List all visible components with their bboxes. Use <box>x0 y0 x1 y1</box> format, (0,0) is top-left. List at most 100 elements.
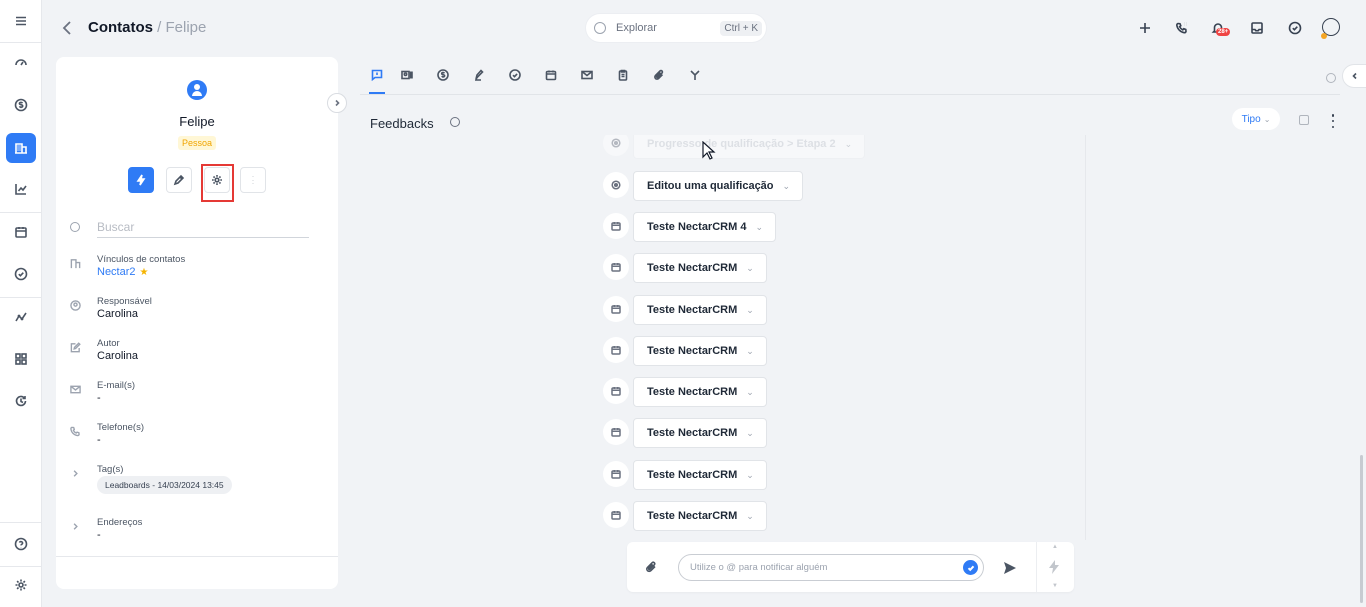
mouse-cursor-icon <box>702 141 716 160</box>
chevron-right-icon[interactable] <box>70 519 82 531</box>
tab-attachments[interactable] <box>650 66 668 84</box>
send-icon[interactable] <box>1003 561 1017 575</box>
tab-calendar[interactable] <box>542 66 560 84</box>
dashboard-icon[interactable] <box>6 47 36 77</box>
help-icon[interactable] <box>6 529 36 559</box>
star-icon: ★ <box>139 267 149 278</box>
refresh-icon[interactable] <box>1326 73 1336 83</box>
scroll-up-arrow-icon[interactable]: ▲ <box>1052 544 1058 550</box>
author-label: Autor <box>97 338 120 349</box>
type-filter-dropdown[interactable]: Tipo ⌄ <box>1232 108 1280 130</box>
user-status-dot <box>1321 33 1327 39</box>
chevron-down-icon: ⌄ <box>746 427 754 438</box>
tag-chip[interactable]: Leadboards - 14/03/2024 13:45 <box>97 476 232 494</box>
feed-search-icon[interactable] <box>450 117 460 127</box>
inbox-icon[interactable] <box>1247 18 1267 38</box>
chevron-down-icon: ⌄ <box>746 345 754 356</box>
verified-check-icon[interactable] <box>963 560 978 575</box>
tab-tasks[interactable] <box>506 66 524 84</box>
settings-gear-icon[interactable] <box>6 570 36 600</box>
contacts-building-icon[interactable] <box>6 133 36 163</box>
linked-company[interactable]: Nectar2 ★ <box>97 266 149 278</box>
timeline-card-label: Teste NectarCRM <box>647 386 738 398</box>
timeline-card-label: Teste NectarCRM <box>647 469 738 481</box>
add-icon[interactable] <box>1135 18 1155 38</box>
target-icon <box>603 172 629 198</box>
page-scrollbar[interactable] <box>1360 455 1363 603</box>
comment-composer: Utilize o @ para notificar alguém ▲ ▼ <box>627 542 1074 592</box>
tab-integrations[interactable] <box>686 66 704 84</box>
phone-dialpad-icon[interactable] <box>1172 18 1192 38</box>
timeline-card[interactable]: Teste NectarCRM ⌄ <box>633 295 767 325</box>
contact-name: Felipe <box>179 114 215 129</box>
calendar-icon <box>603 213 629 239</box>
breadcrumb-separator: / <box>153 19 166 36</box>
user-circle-icon <box>70 298 82 311</box>
expand-side-panel-button[interactable] <box>1342 64 1366 88</box>
owner-value: Carolina <box>97 308 138 320</box>
calendar-icon <box>603 502 629 528</box>
timeline-card[interactable]: Editou uma qualificação ⌄ <box>633 171 804 201</box>
chevron-down-icon: ⌄ <box>844 138 853 149</box>
timeline-card-label: Teste NectarCRM <box>647 427 738 439</box>
timeline-card[interactable]: Teste NectarCRM ⌄ <box>633 418 767 448</box>
timeline-divider <box>1085 135 1086 540</box>
tab-contact-card[interactable] <box>398 66 416 84</box>
building-icon <box>70 256 82 269</box>
timeline-card[interactable]: Teste NectarCRM 4 ⌄ <box>633 212 776 242</box>
breadcrumb-contatos[interactable]: Contatos <box>88 19 153 36</box>
menu-icon[interactable] <box>6 6 36 36</box>
linked-company-name[interactable]: Nectar2 <box>97 266 136 278</box>
timeline-card-label: Teste NectarCRM <box>647 510 738 522</box>
timeline-card-label: Teste NectarCRM <box>647 345 738 357</box>
scroll-down-arrow-icon[interactable]: ▼ <box>1052 583 1058 589</box>
check-circle-icon[interactable] <box>6 259 36 289</box>
chevron-down-icon: ⌄ <box>746 262 754 273</box>
email-label: E-mail(s) <box>97 380 135 391</box>
calendar-icon <box>603 461 629 487</box>
owner-label: Responsável <box>97 296 152 307</box>
automation-icon[interactable] <box>6 386 36 416</box>
contact-details-panel: Felipe Pessoa Buscar Vínculos de contato… <box>56 57 338 589</box>
feed-more-options-icon[interactable] <box>1331 114 1335 128</box>
calendar-icon <box>603 378 629 404</box>
calendar-icon <box>603 337 629 363</box>
tab-feedbacks[interactable] <box>368 66 386 84</box>
apps-grid-icon[interactable] <box>6 344 36 374</box>
tab-notes[interactable] <box>470 66 488 84</box>
comment-input[interactable]: Utilize o @ para notificar alguém <box>678 554 984 581</box>
date-filter-icon[interactable] <box>1299 115 1309 125</box>
dollar-icon[interactable] <box>6 90 36 120</box>
collapse-panel-button[interactable] <box>327 93 347 113</box>
back-arrow-icon[interactable] <box>60 20 74 36</box>
more-options-button[interactable] <box>240 167 266 193</box>
attach-paperclip-icon[interactable] <box>645 560 657 574</box>
chevron-down-icon: ⌄ <box>782 180 791 191</box>
tab-email[interactable] <box>578 66 596 84</box>
notifications-bell-icon[interactable]: 28+ <box>1208 18 1231 38</box>
quick-action-button[interactable] <box>128 167 154 193</box>
calendar-icon <box>603 419 629 445</box>
calendar-icon[interactable] <box>6 217 36 247</box>
email-value: - <box>97 392 101 404</box>
contact-search-input[interactable]: Buscar <box>97 220 309 238</box>
tab-deals[interactable] <box>434 66 452 84</box>
timeline-card[interactable]: Teste NectarCRM ⌄ <box>633 460 767 490</box>
analytics-icon[interactable] <box>6 302 36 332</box>
timeline-card[interactable]: Progresso de qualificação > Etapa 2 ⌄ <box>633 135 866 159</box>
reports-icon[interactable] <box>6 174 36 204</box>
phone-icon <box>70 424 82 437</box>
tasks-check-icon[interactable] <box>1285 18 1305 38</box>
edit-button[interactable] <box>166 167 192 193</box>
mail-icon <box>70 382 82 394</box>
quick-reply-bolt-icon[interactable] <box>1049 560 1061 574</box>
timeline-card[interactable]: Teste NectarCRM ⌄ <box>633 501 767 531</box>
explore-placeholder: Explorar <box>616 22 657 34</box>
chevron-down-icon: ⌄ <box>755 221 763 232</box>
timeline-card[interactable]: Teste NectarCRM ⌄ <box>633 377 767 407</box>
explore-search[interactable]: Explorar Ctrl + K <box>586 14 766 42</box>
timeline-card[interactable]: Teste NectarCRM ⌄ <box>633 253 767 283</box>
chevron-right-icon[interactable] <box>70 466 82 478</box>
timeline-card[interactable]: Teste NectarCRM ⌄ <box>633 336 767 366</box>
tab-clipboard[interactable] <box>614 66 632 84</box>
